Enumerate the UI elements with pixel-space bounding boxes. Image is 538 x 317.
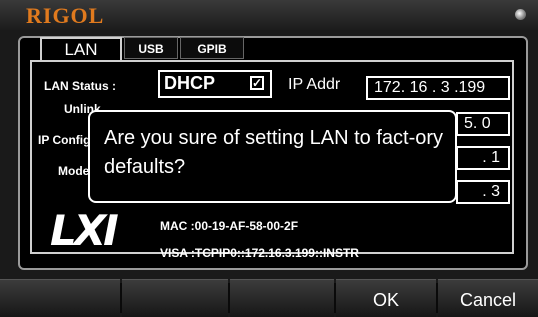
ip-addr-field[interactable]: 172. 16 . 3 .199: [366, 76, 510, 100]
dns-field[interactable]: . 3: [456, 180, 510, 204]
visa-address: VISA :TCPIP0::172.16.3.199::INSTR: [160, 246, 359, 260]
dhcp-checkbox-icon[interactable]: ✓: [250, 76, 264, 90]
softkey-2[interactable]: [122, 279, 228, 317]
confirm-dialog: Are you sure of setting LAN to fact-ory …: [88, 110, 457, 203]
mode-label: Mode: [58, 164, 90, 178]
softkey-1[interactable]: [0, 279, 120, 317]
ok-button[interactable]: OK: [336, 279, 436, 317]
dhcp-label: DHCP: [164, 73, 216, 93]
dhcp-option[interactable]: DHCP ✓: [158, 70, 272, 98]
instrument-screen: RIGOL LAN USB GPIB LAN Status : Unlink I…: [0, 0, 538, 317]
tab-usb[interactable]: USB: [124, 37, 178, 59]
softkey-bar: OK Cancel: [0, 279, 538, 317]
cancel-button[interactable]: Cancel: [438, 279, 538, 317]
softkey-3[interactable]: [230, 279, 334, 317]
brand-logo: RIGOL: [26, 3, 105, 28]
tab-lan[interactable]: LAN: [40, 37, 122, 61]
ip-config-label: IP Config: [38, 133, 91, 147]
gateway-field[interactable]: . 1: [456, 146, 510, 170]
lxi-logo: LXI: [50, 206, 119, 255]
status-indicator-icon: [515, 9, 526, 20]
subnet-mask-field[interactable]: 5. 0: [456, 112, 510, 136]
tab-gpib[interactable]: GPIB: [180, 37, 244, 59]
ip-addr-label: IP Addr: [288, 76, 341, 93]
lan-status-label: LAN Status :: [44, 79, 116, 93]
mac-address: MAC :00-19-AF-58-00-2F: [160, 219, 299, 233]
dialog-message: Are you sure of setting LAN to fact-ory …: [104, 127, 444, 178]
title-bar: RIGOL: [0, 0, 538, 30]
